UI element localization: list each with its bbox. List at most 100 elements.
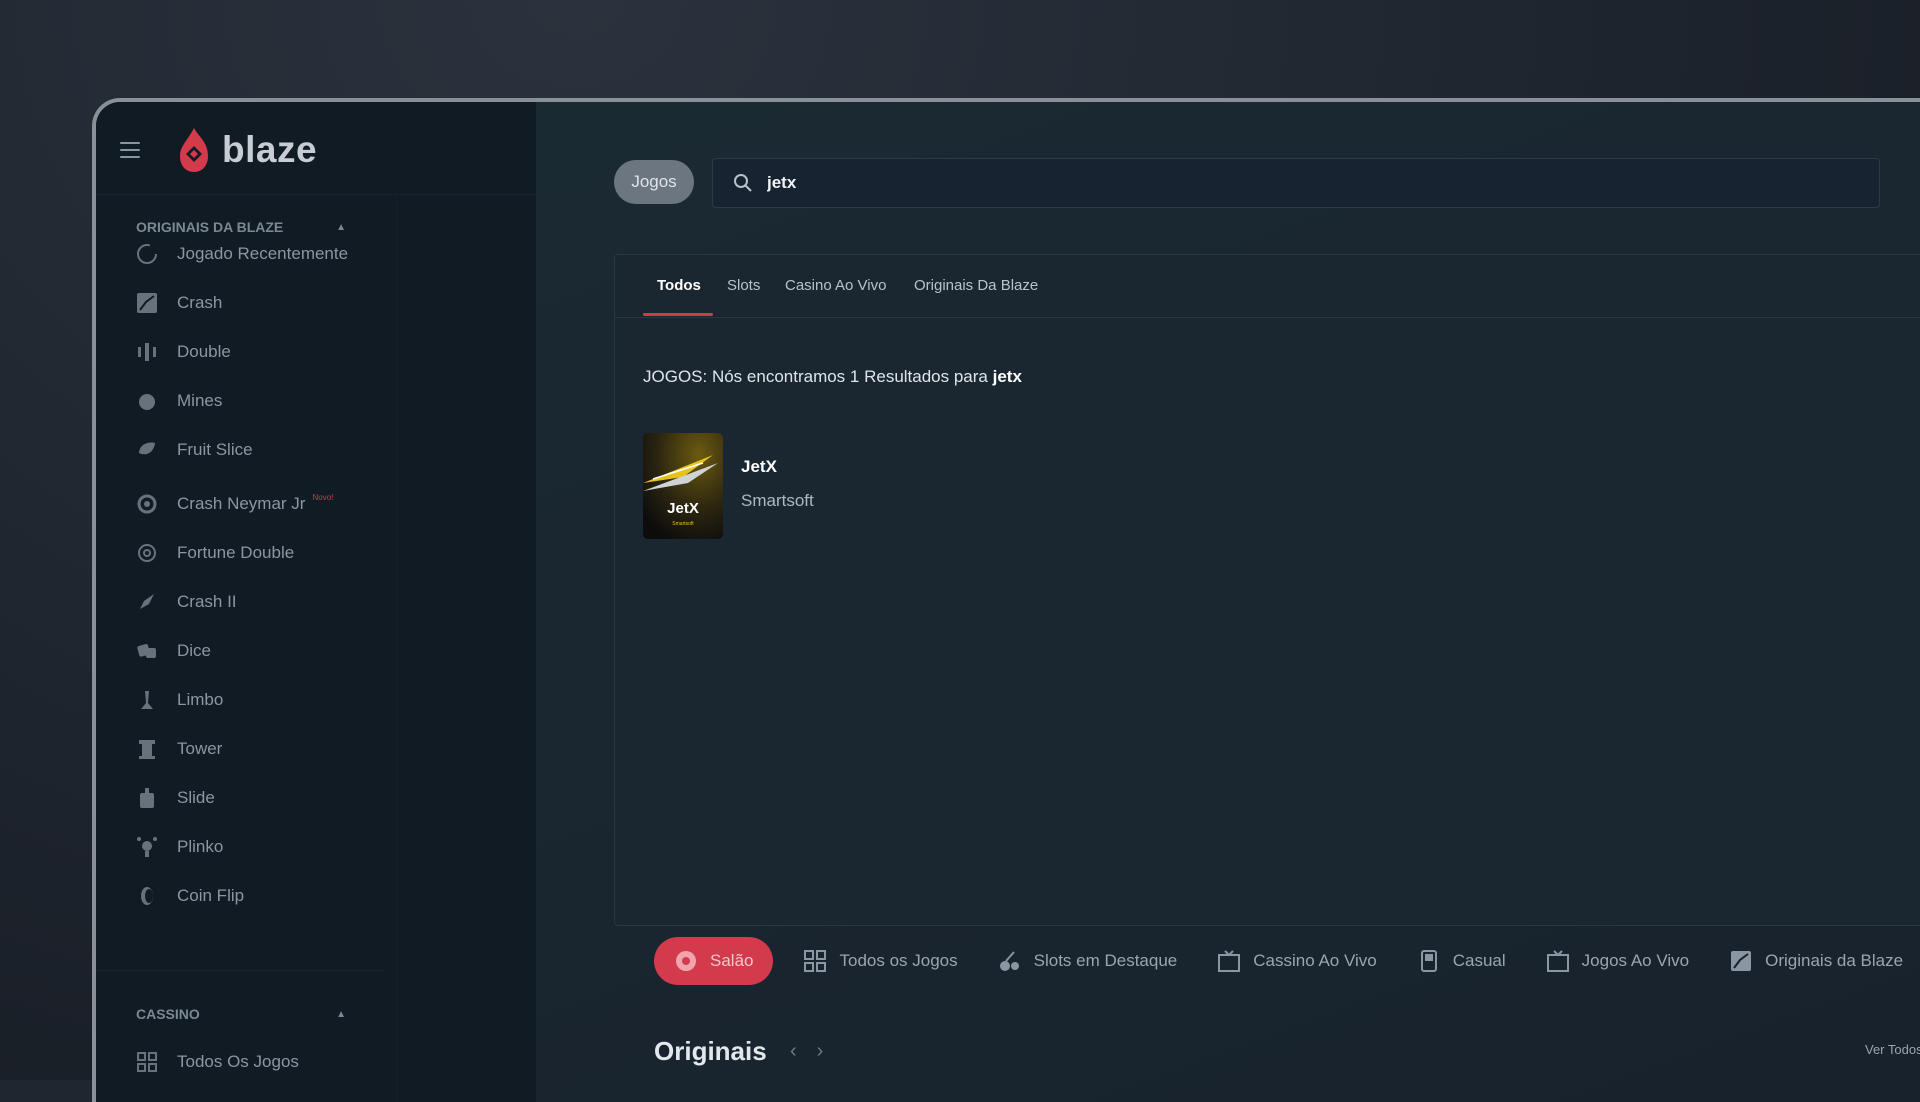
sidebar-item-plinko[interactable]: Plinko: [136, 832, 223, 862]
rocket-icon: [136, 591, 158, 613]
chevron-up-icon[interactable]: ▲: [336, 222, 346, 233]
fortune-icon: [136, 542, 158, 564]
sidebar-item-fruit-slice[interactable]: Fruit Slice: [136, 435, 253, 465]
category-slots-em-destaque[interactable]: Slots em Destaque: [998, 949, 1177, 973]
sidebar-item-slide[interactable]: Slide: [136, 783, 215, 813]
sidebar-item-label: Coin Flip: [177, 886, 245, 905]
category-todos-os-jogos[interactable]: Todos os Jogos: [803, 949, 958, 973]
chevron-right-icon[interactable]: ›: [817, 1040, 824, 1063]
device-frame: blaze ORIGINAIS DA BLAZE ▲ Jogado Recent…: [92, 98, 1920, 1102]
tab-casino-ao-vivo[interactable]: Casino Ao Vivo: [785, 277, 886, 294]
sidebar-item-jogado-recentemente[interactable]: Jogado Recentemente: [136, 239, 348, 269]
sidebar: blaze ORIGINAIS DA BLAZE ▲ Jogado Recent…: [96, 102, 536, 1102]
sidebar-item-limbo[interactable]: Limbo: [136, 685, 223, 715]
menu-icon[interactable]: [120, 142, 140, 158]
sidebar-item-label: Plinko: [177, 837, 224, 856]
section-cassino-header[interactable]: CASSINO ▲: [136, 1006, 346, 1022]
category-label: Jogos Ao Vivo: [1581, 951, 1690, 970]
main-content: Jogos ✕ Todos Slots Casino Ao Vivo Origi…: [536, 102, 1920, 1102]
grid-icon: [136, 1051, 158, 1073]
section-originais-title: ORIGINAIS DA BLAZE: [136, 219, 284, 235]
category-label: Salão: [710, 951, 754, 970]
sidebar-item-label: Crash II: [177, 592, 237, 611]
sidebar-divider: [96, 970, 386, 971]
sidebar-item-tower[interactable]: Tower: [136, 734, 222, 764]
blaze-logo-icon: [180, 128, 208, 172]
ball-icon: [136, 493, 158, 515]
section-originais-header[interactable]: ORIGINAIS DA BLAZE ▲: [136, 219, 346, 235]
sidebar-item-crash-neymar-jr[interactable]: Crash Neymar Jr Novo!: [136, 489, 345, 519]
category-label: Todos os Jogos: [839, 951, 958, 970]
sidebar-item-label: Crash: [177, 293, 223, 312]
thumb-title: JetX: [667, 500, 699, 517]
sidebar-item-crash-ii[interactable]: Crash II: [136, 587, 237, 617]
chart-icon: [1729, 949, 1753, 973]
thumb-subtitle: Smartsoft: [672, 521, 694, 527]
dice-icon: [136, 640, 158, 662]
sidebar-item-dice[interactable]: Dice: [136, 636, 211, 666]
game-provider: Smartsoft: [741, 491, 814, 510]
category-cassino-ao-vivo[interactable]: Cassino Ao Vivo: [1217, 949, 1377, 973]
sidebar-item-double[interactable]: Double: [136, 337, 231, 367]
sidebar-item-todos-os-jogos[interactable]: Todos Os Jogos: [136, 1047, 299, 1077]
active-tab-indicator: [643, 313, 713, 316]
sidebar-item-label: Todos Os Jogos: [177, 1052, 299, 1071]
sidebar-item-label: Slide: [177, 788, 215, 807]
logo[interactable]: blaze: [174, 124, 317, 176]
tv-icon: [1546, 949, 1570, 973]
sidebar-item-label: Fruit Slice: [177, 440, 253, 459]
ver-todos-link[interactable]: Ver Todos ›: [1865, 1042, 1920, 1057]
search-field[interactable]: [712, 158, 1880, 208]
ver-todos-label: Ver Todos: [1865, 1042, 1920, 1057]
sidebar-item-fortune-double[interactable]: Fortune Double: [136, 538, 294, 568]
sidebar-item-label: Jogado Recentemente: [177, 244, 349, 263]
category-label: Casual: [1452, 951, 1506, 970]
carousel-arrows: ‹ ›: [790, 1040, 823, 1063]
search-icon: [734, 174, 752, 192]
tab-originais-da-blaze[interactable]: Originais Da Blaze: [914, 277, 1038, 294]
search-scope-pill[interactable]: Jogos: [614, 160, 694, 204]
coin-icon: [136, 885, 158, 907]
history-icon: [136, 243, 158, 265]
game-title[interactable]: JetX: [741, 457, 814, 477]
sidebar-item-coin-flip[interactable]: Coin Flip: [136, 881, 244, 911]
tab-slots[interactable]: Slots: [727, 277, 760, 294]
search-input[interactable]: [765, 172, 1769, 194]
double-icon: [136, 341, 158, 363]
lobby-icon: [674, 949, 698, 973]
chevron-up-icon[interactable]: ▲: [336, 1009, 346, 1020]
sidebar-item-mines[interactable]: Mines: [136, 386, 222, 416]
category-originais-da-blaze[interactable]: Originais da Blaze: [1729, 949, 1903, 973]
category-label: Originais da Blaze: [1765, 951, 1904, 970]
category-casual[interactable]: Casual: [1417, 949, 1506, 973]
category-jogos-ao-vivo[interactable]: Jogos Ao Vivo: [1546, 949, 1689, 973]
new-badge: Novo!: [312, 492, 334, 502]
results-summary-text: JOGOS: Nós encontramos 1 Resultados para: [643, 367, 988, 386]
grid-icon: [803, 949, 827, 973]
tab-todos[interactable]: Todos: [657, 277, 701, 294]
tower-icon: [136, 738, 158, 760]
game-info: JetX Smartsoft: [741, 433, 814, 539]
sidebar-header: blaze: [96, 102, 536, 195]
sidebar-nav: ORIGINAIS DA BLAZE ▲ Jogado Recentemente…: [96, 194, 397, 1102]
sidebar-item-label: Crash Neymar Jr: [177, 494, 306, 513]
plinko-icon: [136, 836, 158, 858]
logo-text: blaze: [222, 129, 318, 170]
category-salao[interactable]: Salão: [654, 937, 774, 985]
sidebar-item-label: Mines: [177, 391, 223, 410]
game-card[interactable]: JetX Smartsoft JetX Smartsoft: [643, 433, 814, 539]
gamepad-icon: [1417, 949, 1441, 973]
sidebar-item-label: Tower: [177, 739, 223, 758]
slide-icon: [136, 787, 158, 809]
category-bar: Salão Todos os Jogos Slots em Destaque C…: [654, 936, 1920, 986]
chevron-left-icon[interactable]: ‹: [790, 1040, 797, 1063]
sidebar-item-label: Fortune Double: [177, 543, 295, 562]
results-panel: Todos Slots Casino Ao Vivo Originais Da …: [614, 254, 1920, 926]
sidebar-item-label: Double: [177, 342, 231, 361]
cherry-icon: [998, 949, 1022, 973]
sidebar-item-crash[interactable]: Crash: [136, 288, 222, 318]
game-thumbnail[interactable]: JetX Smartsoft: [643, 433, 723, 539]
section-title: Originais: [654, 1036, 767, 1066]
limbo-icon: [136, 689, 158, 711]
sidebar-item-label: Dice: [177, 641, 212, 660]
